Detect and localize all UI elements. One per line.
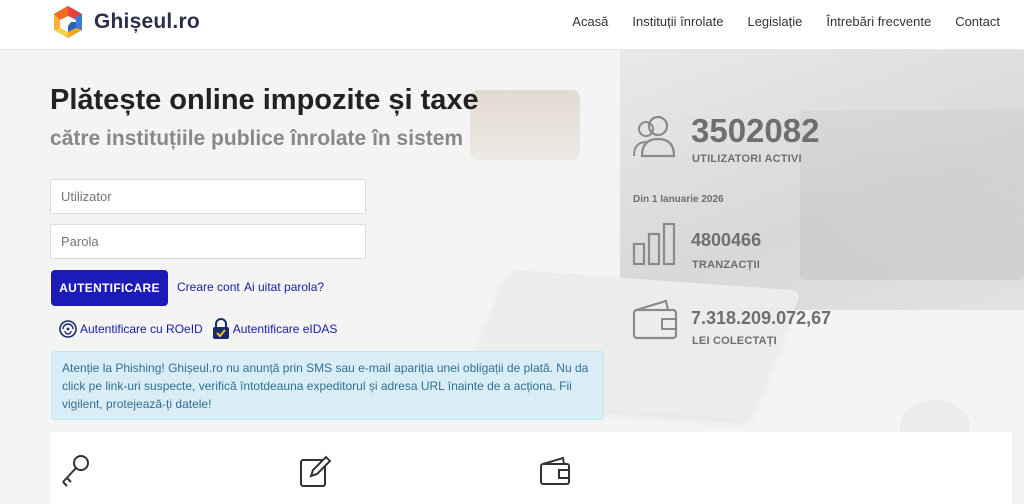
background-object — [470, 90, 580, 160]
users-icon — [633, 115, 676, 158]
phishing-alert: Atenție la Phishing! Ghișeul.ro nu anunț… — [51, 351, 604, 420]
username-input[interactable] — [50, 179, 366, 214]
eidas-auth-link[interactable]: Autentificare eIDAS — [211, 318, 338, 340]
login-button[interactable]: AUTENTIFICARE — [51, 270, 168, 306]
edit-icon — [300, 455, 331, 487]
nav-item-legislatie[interactable]: Legislație — [747, 14, 802, 29]
forgot-password-link[interactable]: Ai uitat parola? — [244, 280, 324, 294]
logo-link[interactable]: Ghișeul.ro — [50, 4, 200, 40]
key-icon — [62, 455, 89, 487]
nav-item-contact[interactable]: Contact — [955, 14, 1000, 29]
stats-since: Din 1 Ianuarie 2026 — [633, 194, 724, 205]
users-count: 3502082 — [691, 112, 820, 149]
create-account-link[interactable]: Creare cont — [177, 280, 240, 294]
page-subtitle: către instituțiile publice înrolate în s… — [50, 127, 464, 150]
features-panel — [51, 432, 1012, 504]
alt-auth-row: Autentificare cu ROeID Autentificare eID… — [58, 318, 345, 340]
lock-icon — [212, 318, 229, 339]
nav-item-intrebari[interactable]: Întrebări frecvente — [826, 14, 931, 29]
phishing-alert-text: Atenție la Phishing! Ghișeul.ro nu anunț… — [62, 361, 589, 411]
roeid-icon — [59, 320, 77, 338]
transactions-count: 4800466 — [691, 230, 762, 250]
transactions-label: TRANZACȚII — [692, 259, 760, 271]
eidas-auth-label: Autentificare eIDAS — [232, 322, 338, 336]
bar-chart-icon — [632, 222, 676, 266]
nav-item-acasa[interactable]: Acasă — [572, 14, 608, 29]
users-label: UTILIZATORI ACTIVI — [692, 153, 802, 165]
page-title: Plătește online impozite și taxe — [50, 84, 479, 116]
password-input[interactable] — [50, 224, 366, 259]
main-nav: Acasă Instituții înrolate Legislație Înt… — [548, 14, 1000, 29]
wallet-icon — [632, 299, 678, 340]
logo-icon — [54, 6, 82, 38]
nav-item-institutii[interactable]: Instituții înrolate — [632, 14, 723, 29]
wallet-icon — [540, 456, 570, 485]
roeid-auth-label: Autentificare cu ROeID — [80, 322, 203, 336]
roeid-auth-link[interactable]: Autentificare cu ROeID — [58, 318, 203, 340]
collected-label: LEI COLECTAȚI — [692, 335, 777, 347]
logo-text: Ghișeul.ro — [94, 10, 200, 33]
collected-amount: 7.318.209.072,67 — [691, 308, 832, 328]
background-screen — [800, 110, 1024, 280]
site-header: Ghișeul.ro Acasă Instituții înrolate Leg… — [0, 0, 1024, 50]
